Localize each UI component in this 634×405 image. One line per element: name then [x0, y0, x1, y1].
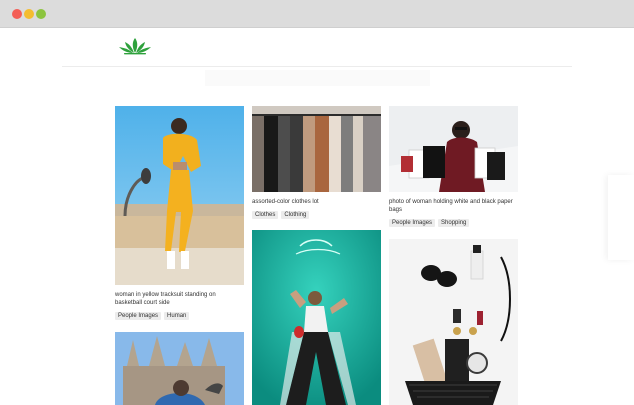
photo-tags: People Images Human: [115, 312, 244, 320]
tag-human[interactable]: Human: [164, 312, 190, 320]
neon-woman-photo: [252, 230, 381, 405]
photo-card-clothes-rack[interactable]: assorted-color clothes lot Clothes Cloth…: [252, 106, 381, 219]
accessories-photo: [389, 239, 518, 405]
search-area[interactable]: [205, 70, 430, 86]
photo-thumbnail[interactable]: [389, 239, 518, 405]
photo-thumbnail[interactable]: [389, 106, 518, 192]
photo-caption: photo of woman holding white and black p…: [389, 199, 513, 213]
tag-clothes[interactable]: Clothes: [252, 211, 279, 219]
shopping-woman-photo: [389, 106, 518, 192]
photo-thumbnail[interactable]: [252, 230, 381, 405]
photo-card-cathedral[interactable]: [115, 332, 244, 405]
photo-caption: assorted-color clothes lot: [252, 199, 319, 205]
photo-card-accessories[interactable]: [389, 239, 518, 405]
tag-clothing[interactable]: Clothing: [281, 211, 310, 219]
zoom-window-button[interactable]: [36, 9, 46, 19]
tag-shopping[interactable]: Shopping: [438, 219, 470, 227]
image-grid: woman in yellow tracksuit standing on ba…: [115, 106, 518, 405]
side-panel-edge[interactable]: [608, 175, 634, 260]
browser-window: woman in yellow tracksuit standing on ba…: [0, 0, 634, 405]
photo-thumbnail[interactable]: [115, 332, 244, 405]
clothes-rack-photo: [252, 106, 381, 192]
yellow-tracksuit-photo: [115, 106, 244, 285]
cathedral-photo: [115, 332, 244, 405]
window-titlebar: [0, 0, 634, 28]
photo-thumbnail[interactable]: [252, 106, 381, 192]
photo-card-neon-woman[interactable]: [252, 230, 381, 405]
header-divider: [62, 66, 572, 67]
photo-caption: woman in yellow tracksuit standing on ba…: [115, 292, 216, 306]
photo-card-shopping-woman[interactable]: photo of woman holding white and black p…: [389, 106, 518, 227]
photo-thumbnail[interactable]: [115, 106, 244, 285]
photo-card-yellow-tracksuit[interactable]: woman in yellow tracksuit standing on ba…: [115, 106, 244, 320]
site-header: [0, 28, 634, 68]
close-window-button[interactable]: [12, 9, 22, 19]
photo-tags: People Images Shopping: [389, 219, 518, 227]
lotus-logo-icon[interactable]: [118, 36, 152, 56]
photo-tags: Clothes Clothing: [252, 211, 381, 219]
tag-people-images[interactable]: People Images: [389, 219, 436, 227]
tag-people-images[interactable]: People Images: [115, 312, 162, 320]
minimize-window-button[interactable]: [24, 9, 34, 19]
